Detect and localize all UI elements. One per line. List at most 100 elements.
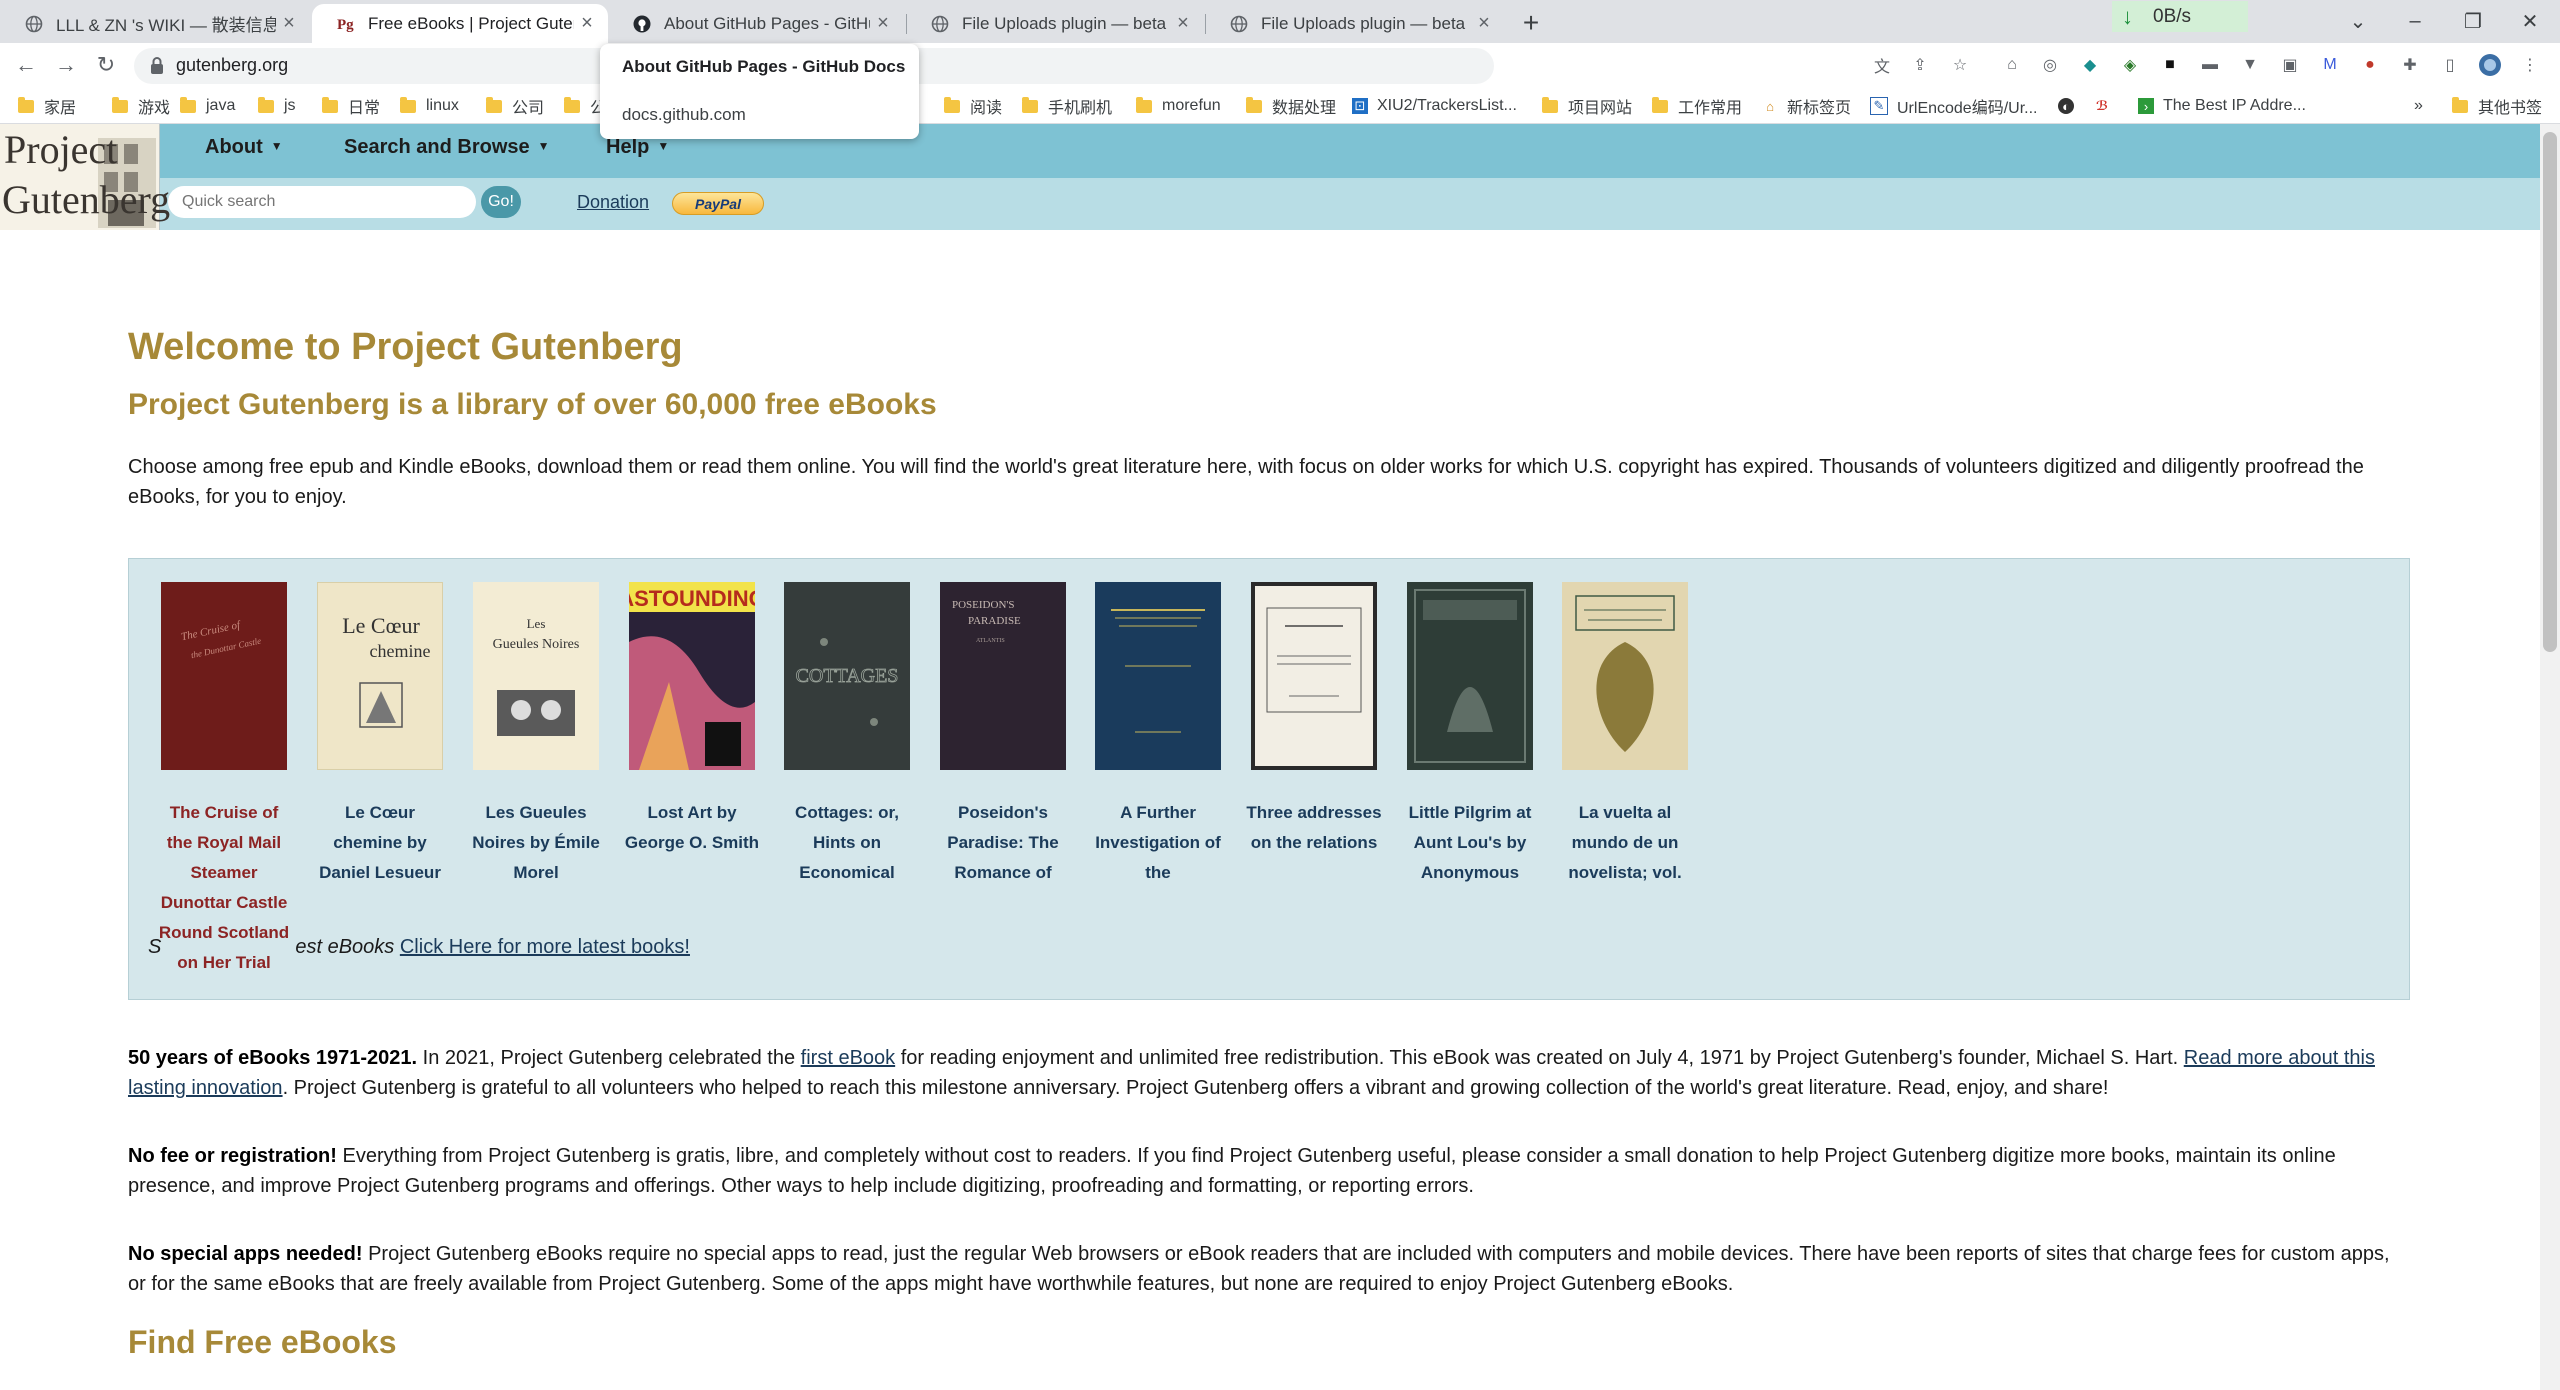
bookmark-folder[interactable]: morefun (1136, 94, 1221, 118)
extension-icon[interactable]: ▣ (2278, 53, 2302, 77)
restore-button[interactable]: ❐ (2453, 6, 2493, 36)
extension-icon[interactable]: ■ (2158, 53, 2182, 77)
bookmark-folder[interactable]: 公司 (486, 94, 544, 118)
side-panel-icon[interactable]: ▯ (2438, 53, 2462, 77)
close-tab-icon[interactable]: × (870, 11, 896, 37)
book-item[interactable]: Les Gueules Noires Les Gueules Noires by … (472, 582, 600, 882)
tab-search-icon[interactable]: ⌄ (2338, 6, 2378, 36)
home-icon[interactable]: ⌂ (2000, 53, 2024, 77)
tab-gutenberg[interactable]: Pg Free eBooks | Project Gutenbe × (312, 4, 608, 43)
new-tab-button[interactable]: + (1516, 7, 1546, 38)
bookmark-folder[interactable]: 游戏 (112, 94, 170, 118)
book-cover[interactable] (1562, 582, 1688, 770)
book-cover[interactable] (1407, 582, 1533, 770)
bookmark-link[interactable]: ⌂ 新标签页 (1762, 94, 1851, 118)
bookmark-folder[interactable]: 阅读 (944, 94, 1002, 118)
menu-kebab-icon[interactable]: ⋮ (2518, 53, 2542, 77)
other-bookmarks-folder[interactable]: 其他书签 (2452, 94, 2542, 118)
close-tab-icon[interactable]: × (276, 11, 302, 37)
tab-github-pages[interactable]: About GitHub Pages - GitHub × (608, 4, 904, 43)
book-cover[interactable]: POSEIDON'S PARADISE ATLANTIS (940, 582, 1066, 770)
tab-wiki[interactable]: LLL & ZN 's WIKI — 散装信息系 × (0, 4, 310, 43)
menu-about[interactable]: About ▼ (205, 136, 283, 159)
book-title[interactable]: Cottages: or, Hints on Economical (778, 798, 916, 888)
extension-icon[interactable]: ▬ (2198, 53, 2222, 77)
bookmark-folder[interactable]: js (258, 94, 296, 118)
extension-icon[interactable]: ◆ (2078, 53, 2102, 77)
extension-icon[interactable]: M (2318, 53, 2342, 77)
back-button[interactable]: ← (10, 49, 42, 81)
book-title[interactable]: La vuelta al mundo de un novelista; vol. (1556, 798, 1694, 888)
bookmark-link[interactable]: ⊡ XIU2/TrackersList... (1352, 94, 1517, 118)
book-cover[interactable] (1251, 582, 1377, 770)
close-tab-icon[interactable]: × (1471, 11, 1497, 37)
first-ebook-link[interactable]: first eBook (801, 1047, 895, 1069)
book-cover[interactable]: Le Cœur chemine (317, 582, 443, 770)
globe-icon (1229, 14, 1249, 34)
menu-help[interactable]: Help ▼ (606, 136, 669, 159)
extension-icon[interactable]: ▼ (2238, 53, 2262, 77)
lock-icon[interactable] (148, 56, 166, 76)
translate-icon[interactable]: 文 (1870, 53, 1894, 77)
book-item[interactable]: La vuelta al mundo de un novelista; vol. (1562, 582, 1688, 882)
book-cover[interactable]: Les Gueules Noires (473, 582, 599, 770)
tab-strip: LLL & ZN 's WIKI — 散装信息系 × Pg Free eBook… (0, 0, 2560, 43)
bookmarks-overflow-icon[interactable]: » (2414, 94, 2423, 118)
extension-icon[interactable]: ◈ (2118, 53, 2142, 77)
book-item[interactable]: Three addresses on the relations (1246, 582, 1382, 852)
book-cover[interactable]: ASTOUNDING (629, 582, 755, 770)
tab-file-uploads-2[interactable]: File Uploads plugin — beta × (1205, 4, 1505, 43)
bookmark-folder[interactable]: 项目网站 (1542, 94, 1632, 118)
bookmark-folder[interactable]: linux (400, 94, 459, 118)
reload-button[interactable]: ↻ (90, 49, 122, 81)
avatar[interactable] (2478, 53, 2502, 77)
bookmark-folder[interactable]: java (180, 94, 235, 118)
bookmark-folder[interactable]: 数据处理 (1246, 94, 1336, 118)
book-item[interactable]: A Further Investigation of the (1095, 582, 1221, 882)
bookmark-link[interactable]: ✎ UrlEncode编码/Ur... (1870, 94, 2038, 118)
bookmark-link[interactable]: ℬ (2094, 94, 2119, 118)
bookmark-folder[interactable]: 日常 (322, 94, 380, 118)
bookmark-folder[interactable]: 工作常用 (1652, 94, 1742, 118)
url-text[interactable]: gutenberg.org (176, 55, 288, 76)
book-item[interactable]: POSEIDON'S PARADISE ATLANTIS Poseidon's Pa… (940, 582, 1066, 882)
book-title[interactable]: Les Gueules Noires by Émile Morel (467, 798, 605, 888)
book-title[interactable]: Three addresses on the relations (1245, 798, 1383, 858)
tab-file-uploads-1[interactable]: File Uploads plugin — beta × (906, 4, 1204, 43)
book-item[interactable]: Le Cœur chemine Le Cœur chemine by Daniel… (317, 582, 443, 882)
donation-link[interactable]: Donation (577, 192, 649, 213)
bookmark-link[interactable]: ◐ (2058, 94, 2083, 118)
minimize-button[interactable]: – (2395, 6, 2435, 36)
menu-search-browse[interactable]: Search and Browse ▼ (344, 136, 550, 159)
share-icon[interactable]: ⇪ (1908, 53, 1932, 77)
bookmark-star-icon[interactable]: ☆ (1948, 53, 1972, 77)
extension-icon[interactable]: ◎ (2038, 53, 2062, 77)
extensions-puzzle-icon[interactable]: ✚ (2398, 53, 2422, 77)
book-item[interactable]: COTTAGES Cottages: or, Hints on Economic… (784, 582, 910, 882)
book-cover[interactable]: COTTAGES (784, 582, 910, 770)
book-title[interactable]: Little Pilgrim at Aunt Lou's by Anonymou… (1401, 798, 1539, 888)
close-window-button[interactable]: ✕ (2510, 6, 2550, 36)
forward-button[interactable]: → (50, 49, 82, 81)
quick-search-input[interactable] (168, 186, 476, 218)
book-title[interactable]: A Further Investigation of the (1089, 798, 1227, 888)
bookmark-link[interactable]: › The Best IP Addre... (2138, 94, 2306, 118)
book-item[interactable]: The Cruise of the Dunottar Castle The Cru… (155, 582, 293, 980)
book-title[interactable]: Le Cœur chemine by Daniel Lesueur (311, 798, 449, 888)
paypal-button[interactable]: PayPal (672, 192, 764, 215)
search-go-button[interactable]: Go! (481, 186, 521, 218)
bookmark-folder[interactable]: 家居 (18, 94, 76, 118)
book-cover[interactable]: The Cruise of the Dunottar Castle (161, 582, 287, 770)
book-title[interactable]: Lost Art by George O. Smith (623, 798, 761, 858)
scrollbar-thumb[interactable] (2543, 132, 2557, 652)
book-title[interactable]: Poseidon's Paradise: The Romance of (934, 798, 1072, 888)
book-item[interactable]: ASTOUNDING Lost Art by George O. Smith (625, 582, 759, 852)
book-item[interactable]: Little Pilgrim at Aunt Lou's by Anonymou… (1407, 582, 1533, 882)
site-logo[interactable]: Project Gutenberg (0, 124, 170, 230)
close-tab-icon[interactable]: × (574, 11, 600, 37)
close-tab-icon[interactable]: × (1170, 11, 1196, 37)
book-cover[interactable] (1095, 582, 1221, 770)
bookmark-folder[interactable]: 手机刷机 (1022, 94, 1112, 118)
extension-icon[interactable]: ● (2358, 53, 2382, 77)
more-latest-books-link[interactable]: Click Here for more latest books! (400, 936, 690, 958)
